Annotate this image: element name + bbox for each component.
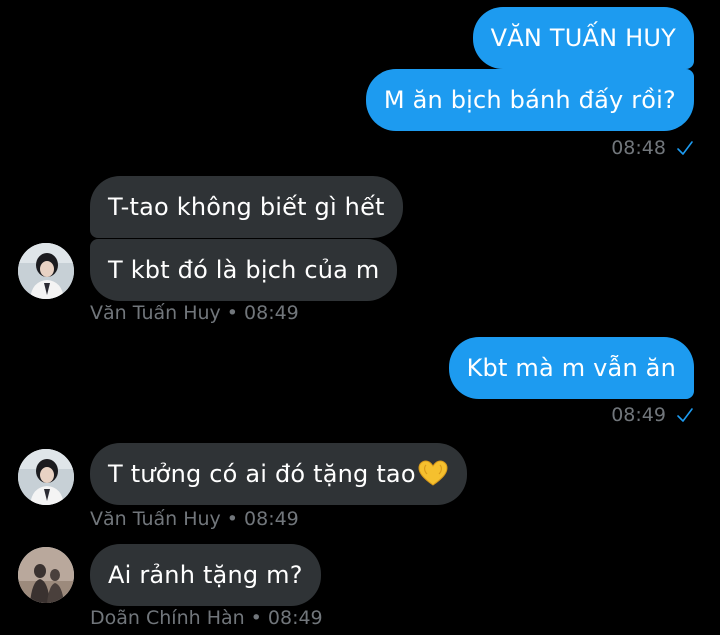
outgoing-message-2[interactable]: M ăn bịch bánh đấy rồi? xyxy=(365,69,694,131)
check-icon xyxy=(677,141,693,155)
incoming-message-2[interactable]: T kbt đó là bịch của m xyxy=(90,239,398,301)
avatar[interactable] xyxy=(18,243,74,299)
message-text: T kbt đó là bịch của m xyxy=(108,256,380,284)
outgoing-message-3[interactable]: Kbt mà m vẫn ăn xyxy=(448,337,694,399)
avatar[interactable] xyxy=(18,547,74,603)
heart-hands-emoji xyxy=(418,460,448,486)
message-text: VĂN TUẤN HUY xyxy=(490,24,676,52)
sender-name: Văn Tuấn Huy xyxy=(90,508,221,530)
user-avatar-icon xyxy=(18,243,74,299)
sender-name: Văn Tuấn Huy xyxy=(90,302,221,324)
message-timestamp: 08:48 xyxy=(611,136,694,160)
incoming-message-3[interactable]: T tưởng có ai đó tặng tao xyxy=(90,443,467,505)
message-text: Ai rảnh tặng m? xyxy=(108,561,303,589)
avatar[interactable] xyxy=(18,449,74,505)
outgoing-message-1[interactable]: VĂN TUẤN HUY xyxy=(472,7,694,69)
check-icon xyxy=(677,408,693,422)
message-timestamp: 08:49 xyxy=(267,607,323,629)
message-timestamp: 08:49 xyxy=(244,508,299,530)
message-text: Kbt mà m vẫn ăn xyxy=(466,354,676,382)
message-timestamp: 08:49 xyxy=(611,403,694,427)
message-meta: Doãn Chính Hàn • 08:49 xyxy=(90,607,323,629)
message-text: T-tao không biết gì hết xyxy=(108,193,385,221)
message-text: T tưởng có ai đó tặng tao xyxy=(108,460,416,488)
message-meta: Văn Tuấn Huy • 08:49 xyxy=(90,302,299,324)
message-timestamp: 08:49 xyxy=(244,302,299,324)
incoming-message-1[interactable]: T-tao không biết gì hết xyxy=(90,176,403,238)
message-meta: Văn Tuấn Huy • 08:49 xyxy=(90,508,299,530)
incoming-message-4[interactable]: Ai rảnh tặng m? xyxy=(90,544,321,606)
user-avatar-icon xyxy=(18,449,74,505)
sender-name: Doãn Chính Hàn xyxy=(90,607,245,629)
message-text: M ăn bịch bánh đấy rồi? xyxy=(383,86,676,114)
user-avatar-icon xyxy=(18,547,74,603)
